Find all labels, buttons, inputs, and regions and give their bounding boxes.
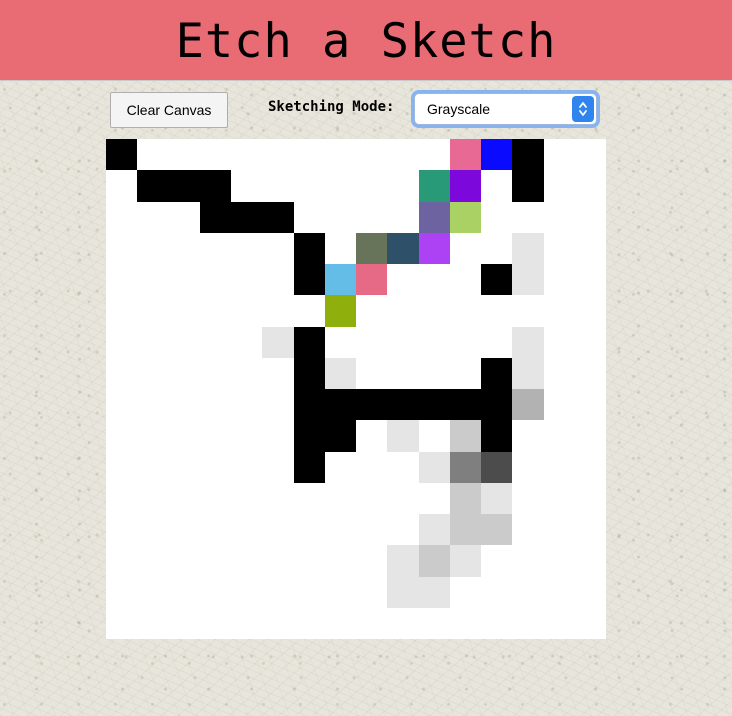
canvas-cell[interactable] (450, 483, 481, 514)
canvas-cell[interactable] (419, 514, 450, 545)
page-title: Etch a Sketch (175, 14, 557, 69)
canvas-cell[interactable] (512, 327, 544, 358)
canvas-cell[interactable] (481, 483, 512, 514)
canvas-cell[interactable] (231, 202, 262, 233)
canvas-cell[interactable] (387, 389, 419, 420)
canvas-cell[interactable] (137, 170, 169, 202)
canvas-cell[interactable] (512, 389, 544, 420)
canvas-cell[interactable] (200, 170, 231, 202)
canvas-cell[interactable] (512, 139, 544, 170)
select-arrows-icon (572, 96, 594, 122)
canvas-cell[interactable] (294, 452, 325, 483)
canvas-cell[interactable] (294, 233, 325, 264)
canvas-cell[interactable] (450, 545, 481, 577)
canvas-cell[interactable] (419, 577, 450, 608)
canvas-cell[interactable] (512, 264, 544, 295)
canvas-cell[interactable] (387, 420, 419, 452)
canvas-cell[interactable] (450, 452, 481, 483)
canvas-cell[interactable] (481, 420, 512, 452)
canvas-cell[interactable] (356, 264, 387, 295)
canvas-cell[interactable] (419, 202, 450, 233)
canvas-cell[interactable] (450, 514, 481, 545)
canvas-cell[interactable] (294, 327, 325, 358)
canvas-cell[interactable] (294, 420, 325, 452)
canvas-cell[interactable] (387, 233, 419, 264)
canvas-cell[interactable] (356, 389, 387, 420)
canvas-cell[interactable] (325, 420, 356, 452)
canvas-cell[interactable] (325, 295, 356, 327)
canvas-cell[interactable] (387, 577, 419, 608)
canvas-cell[interactable] (294, 389, 325, 420)
canvas-cell[interactable] (481, 452, 512, 483)
canvas-cell[interactable] (450, 202, 481, 233)
canvas-cell[interactable] (419, 452, 450, 483)
sketching-mode-select[interactable]: Grayscale (414, 93, 597, 125)
canvas-cell[interactable] (419, 545, 450, 577)
canvas-cell[interactable] (481, 389, 512, 420)
canvas-cell[interactable] (262, 327, 294, 358)
canvas-cell[interactable] (200, 202, 231, 233)
canvas-cell[interactable] (325, 389, 356, 420)
canvas-cell[interactable] (262, 202, 294, 233)
canvas-cell[interactable] (419, 233, 450, 264)
canvas-cell[interactable] (481, 358, 512, 389)
app-header: Etch a Sketch (0, 0, 732, 81)
canvas-cell[interactable] (325, 358, 356, 389)
canvas-cell[interactable] (450, 170, 481, 202)
canvas-cell[interactable] (169, 170, 200, 202)
canvas-cell[interactable] (387, 545, 419, 577)
canvas-cell[interactable] (450, 420, 481, 452)
canvas-cell[interactable] (512, 233, 544, 264)
canvas-cell[interactable] (419, 389, 450, 420)
canvas-cell[interactable] (481, 514, 512, 545)
canvas-cell[interactable] (106, 139, 137, 170)
canvas-cell[interactable] (294, 358, 325, 389)
canvas-cell[interactable] (294, 264, 325, 295)
canvas-cell[interactable] (356, 233, 387, 264)
canvas-cell[interactable] (450, 139, 481, 170)
canvas-cell[interactable] (419, 170, 450, 202)
canvas-cell[interactable] (450, 389, 481, 420)
canvas-cell[interactable] (512, 170, 544, 202)
clear-canvas-button[interactable]: Clear Canvas (110, 92, 228, 128)
sketching-mode-value: Grayscale (427, 101, 491, 117)
canvas-cell[interactable] (512, 358, 544, 389)
canvas-cell[interactable] (481, 139, 512, 170)
canvas-cell[interactable] (481, 264, 512, 295)
canvas-cell[interactable] (325, 264, 356, 295)
sketch-canvas[interactable] (106, 139, 606, 639)
sketching-mode-label: Sketching Mode: (268, 99, 395, 115)
